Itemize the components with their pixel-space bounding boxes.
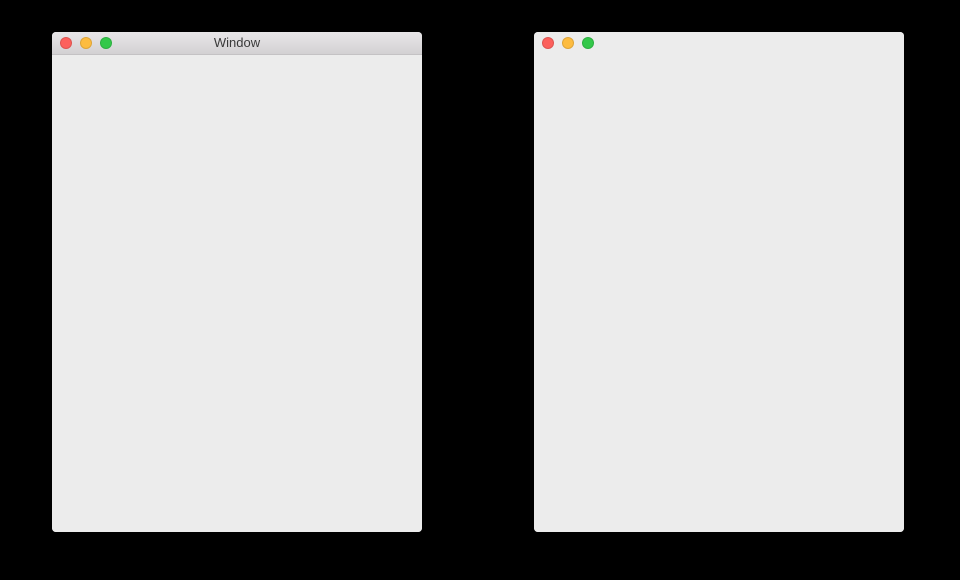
close-button[interactable] — [542, 37, 554, 49]
zoom-button[interactable] — [100, 37, 112, 49]
window-title: Window — [213, 35, 261, 50]
close-button[interactable] — [60, 37, 72, 49]
minimize-button[interactable] — [80, 37, 92, 49]
titlebar[interactable] — [534, 32, 904, 54]
zoom-button[interactable] — [582, 37, 594, 49]
window-content — [534, 32, 904, 532]
minimize-button[interactable] — [562, 37, 574, 49]
window-standard-titlebar: Window — [52, 32, 422, 532]
titlebar[interactable]: Window — [52, 32, 422, 55]
window-hidden-titlebar — [534, 32, 904, 532]
window-content — [52, 55, 422, 532]
